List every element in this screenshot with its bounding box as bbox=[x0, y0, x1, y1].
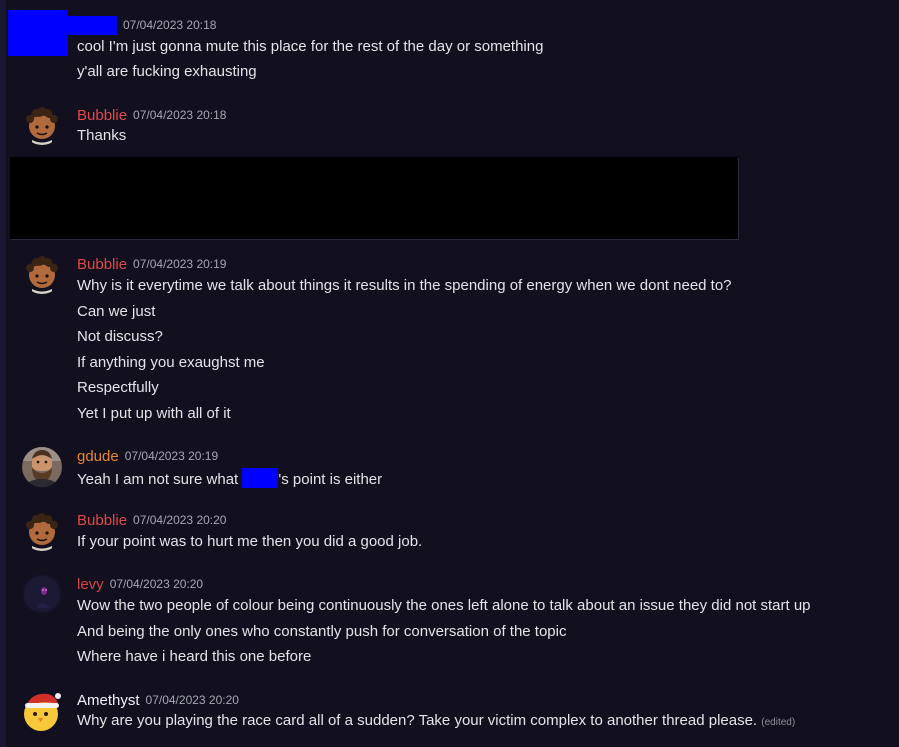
timestamp[interactable]: 07/04/2023 20:20 bbox=[146, 693, 239, 707]
username[interactable]: gdude bbox=[77, 448, 119, 465]
message-header: Bubblie 07/04/2023 20:19 bbox=[77, 254, 226, 275]
timestamp[interactable]: 07/04/2023 20:18 bbox=[123, 18, 216, 32]
message-line: Why are you playing the race card all of… bbox=[77, 711, 795, 733]
message-line: cool I'm just gonna mute this place for … bbox=[77, 38, 544, 55]
timestamp[interactable]: 07/04/2023 20:20 bbox=[110, 577, 203, 591]
avatar[interactable] bbox=[22, 447, 62, 487]
avatar[interactable] bbox=[22, 254, 62, 294]
username[interactable]: Bubblie bbox=[77, 256, 127, 273]
avatar[interactable] bbox=[22, 690, 62, 731]
timestamp[interactable]: 07/04/2023 20:18 bbox=[133, 108, 226, 122]
redacted-username-extension bbox=[68, 16, 117, 35]
message-header: Amethyst 07/04/2023 20:20 bbox=[77, 690, 239, 711]
message-line: Thanks bbox=[77, 127, 127, 144]
message-list: 07/04/2023 20:18 cool I'm just gonna mut… bbox=[0, 0, 899, 747]
message-line: Wow the two people of colour being conti… bbox=[77, 597, 811, 614]
username[interactable]: Amethyst bbox=[77, 692, 140, 709]
santa-hat-chick-icon bbox=[24, 693, 61, 731]
message-header: 07/04/2023 20:18 bbox=[123, 15, 216, 36]
dark-figure-icon bbox=[22, 574, 62, 614]
message-line: Respectfully bbox=[77, 379, 159, 396]
redacted-avatar-username bbox=[8, 10, 68, 56]
message-header: gdude 07/04/2023 20:19 bbox=[77, 446, 218, 467]
message-line: If anything you exaughst me bbox=[77, 354, 265, 371]
message-line: Where have i heard this one before bbox=[77, 648, 312, 665]
timestamp[interactable]: 07/04/2023 20:20 bbox=[133, 513, 226, 527]
message-header: Bubblie 07/04/2023 20:20 bbox=[77, 510, 226, 531]
avatar[interactable] bbox=[22, 511, 62, 551]
curly-hair-face-icon bbox=[22, 254, 62, 294]
message-line: If your point was to hurt me then you di… bbox=[77, 533, 423, 550]
redacted-block bbox=[10, 157, 738, 239]
message-line: y'all are fucking exhausting bbox=[77, 63, 257, 80]
bearded-man-icon bbox=[22, 447, 62, 487]
message-line: Can we just bbox=[77, 303, 156, 320]
redacted-mention bbox=[242, 468, 279, 488]
message-header: levy 07/04/2023 20:20 bbox=[77, 574, 203, 595]
username[interactable]: Bubblie bbox=[77, 512, 127, 529]
message-header: Bubblie 07/04/2023 20:18 bbox=[77, 105, 226, 126]
avatar[interactable] bbox=[22, 574, 62, 614]
message-line: Yet I put up with all of it bbox=[77, 405, 231, 422]
timestamp[interactable]: 07/04/2023 20:19 bbox=[133, 257, 226, 271]
curly-hair-face-icon bbox=[22, 511, 62, 551]
curly-hair-face-icon bbox=[22, 105, 62, 145]
message-line: Not discuss? bbox=[77, 328, 163, 345]
username[interactable]: levy bbox=[77, 576, 104, 593]
message-line: Yeah I am not sure what 's point is eith… bbox=[77, 468, 382, 490]
edited-label: (edited) bbox=[761, 717, 796, 728]
message-text: 's point is either bbox=[278, 471, 383, 488]
timestamp[interactable]: 07/04/2023 20:19 bbox=[125, 449, 218, 463]
username[interactable]: Bubblie bbox=[77, 107, 127, 124]
message-line: Why is it everytime we talk about things… bbox=[77, 277, 732, 294]
avatar[interactable] bbox=[22, 105, 62, 145]
message-line: And being the only ones who constantly p… bbox=[77, 623, 567, 640]
message-text: Why are you playing the race card all of… bbox=[77, 712, 758, 729]
message-text: Yeah I am not sure what bbox=[77, 471, 243, 488]
